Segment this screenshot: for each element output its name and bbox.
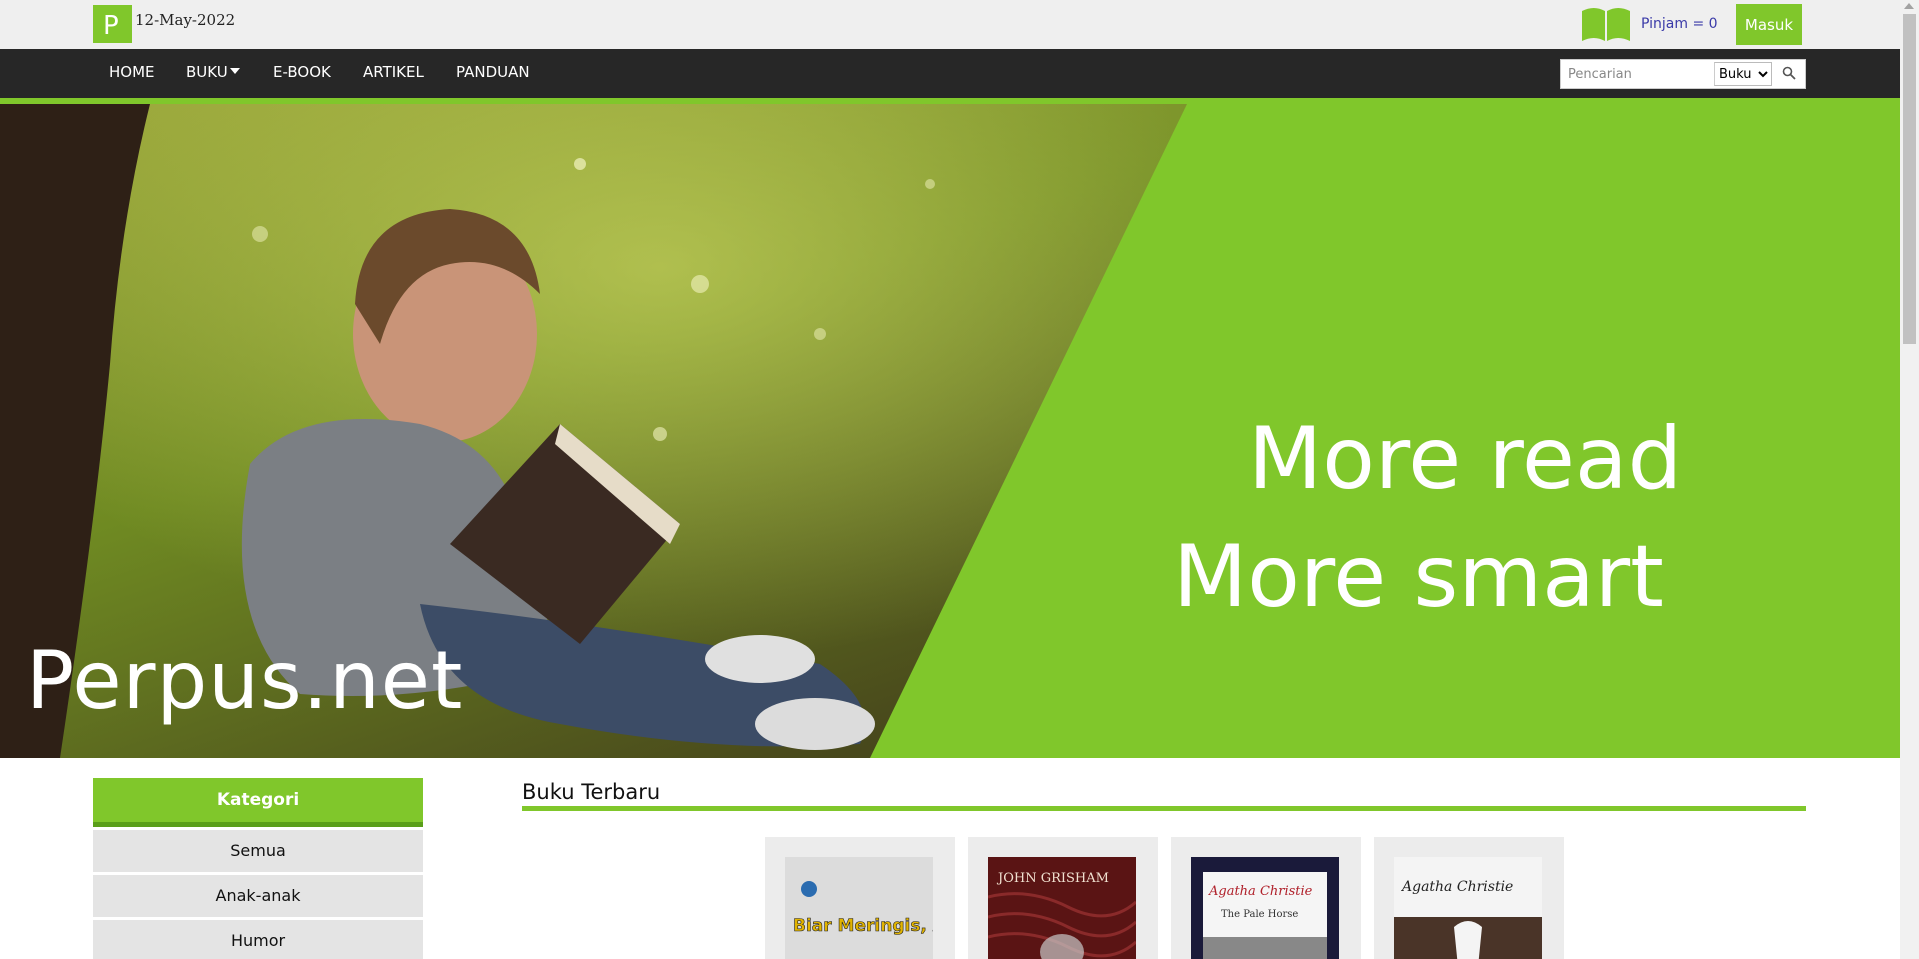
- chevron-down-icon: [229, 67, 240, 74]
- book-cover: Agatha Christie The Pale Horse: [1191, 857, 1339, 959]
- category-title: Kategori: [93, 778, 423, 827]
- book-card[interactable]: Agatha Christie: [1374, 837, 1564, 959]
- category-item-semua[interactable]: Semua: [93, 830, 423, 872]
- search-box: Buku: [1560, 59, 1806, 89]
- nav-buku-label: BUKU: [186, 63, 228, 81]
- hero-slogan-line1: More read: [1248, 409, 1683, 509]
- nav-artikel[interactable]: ARTIKEL: [363, 63, 424, 81]
- svg-text:Agatha Christie: Agatha Christie: [1400, 879, 1513, 895]
- scrollbar-thumb[interactable]: [1903, 14, 1916, 344]
- book-card[interactable]: Biar Meringis, Asal Laris: [765, 837, 955, 959]
- svg-text:Biar Meringis, Asal Laris: Biar Meringis, Asal Laris: [793, 916, 933, 936]
- hero-slogan-line2: More smart: [1173, 527, 1664, 627]
- main-nav: HOME BUKU E-BOOK ARTIKEL PANDUAN Buku: [0, 49, 1900, 104]
- top-bar: P 12-May-2022 Pinjam = 0 Masuk: [0, 0, 1900, 49]
- svg-text:The Pale Horse: The Pale Horse: [1221, 909, 1298, 920]
- svg-text:Agatha Christie: Agatha Christie: [1208, 884, 1313, 899]
- hero-brand-text: Perpus.net: [26, 634, 464, 727]
- borrow-count-link[interactable]: Pinjam = 0: [1641, 16, 1718, 32]
- nav-ebook[interactable]: E-BOOK: [273, 63, 331, 81]
- book-card[interactable]: Agatha Christie The Pale Horse: [1171, 837, 1361, 959]
- search-button[interactable]: [1775, 62, 1803, 86]
- category-item-anak-anak[interactable]: Anak-anak: [93, 875, 423, 917]
- hero-banner: Perpus.net More read More smart: [0, 104, 1900, 758]
- book-cover: JOHN GRISHAM: [988, 857, 1136, 959]
- login-button[interactable]: Masuk: [1736, 4, 1802, 45]
- book-cover: Biar Meringis, Asal Laris: [785, 857, 933, 959]
- search-type-select[interactable]: Buku: [1714, 62, 1772, 86]
- book-card[interactable]: JOHN GRISHAM: [968, 837, 1158, 959]
- svg-text:P: P: [103, 11, 119, 41]
- category-item-humor[interactable]: Humor: [93, 920, 423, 959]
- nav-panduan[interactable]: PANDUAN: [456, 63, 530, 81]
- book-cover: Agatha Christie: [1394, 857, 1542, 959]
- section-title: Buku Terbaru: [522, 780, 661, 804]
- logo-icon[interactable]: P: [93, 5, 132, 43]
- search-icon: [1782, 66, 1796, 80]
- book-icon[interactable]: [1580, 5, 1632, 43]
- nav-buku[interactable]: BUKU: [186, 63, 240, 81]
- nav-home[interactable]: HOME: [109, 63, 155, 81]
- search-input[interactable]: [1561, 60, 1713, 88]
- scroll-up-icon[interactable]: [1904, 3, 1914, 9]
- current-date: 12-May-2022: [135, 11, 236, 29]
- svg-text:JOHN GRISHAM: JOHN GRISHAM: [996, 871, 1109, 886]
- category-sidebar: Kategori Semua Anak-anak Humor: [93, 778, 423, 959]
- section-divider: [522, 806, 1806, 811]
